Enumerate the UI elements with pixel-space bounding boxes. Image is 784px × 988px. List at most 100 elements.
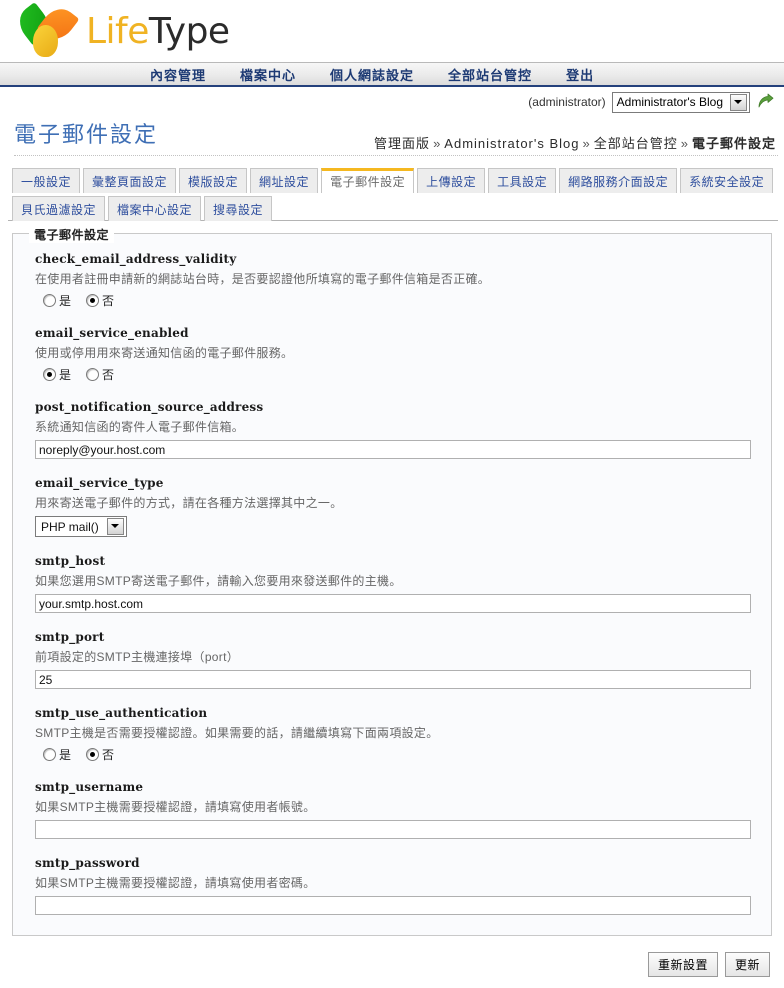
field-check-email-address-validity: check_email_address_validity 在使用者註冊申請新的網… bbox=[35, 252, 751, 309]
tab-upload-settings[interactable]: 上傳設定 bbox=[417, 168, 486, 193]
chevron-down-icon bbox=[730, 93, 747, 111]
radio-label: 是 bbox=[59, 748, 72, 762]
user-bar: (administrator) Administrator's Blog bbox=[0, 87, 784, 117]
radio-label: 是 bbox=[59, 294, 72, 308]
field-smtp-host: smtp_host 如果您選用SMTP寄送電子郵件，請輸入您要用來發送郵件的主機… bbox=[35, 554, 751, 613]
smtp-port-input[interactable] bbox=[35, 670, 751, 689]
tab-template-settings[interactable]: 模版設定 bbox=[179, 168, 248, 193]
brand-wordmark: LifeType bbox=[86, 11, 230, 52]
site-logo: LifeType bbox=[12, 1, 230, 58]
field-label: post_notification_source_address bbox=[35, 400, 264, 414]
email-settings-panel: 電子郵件設定 check_email_address_validity 在使用者… bbox=[12, 226, 772, 936]
field-description: 如果您選用SMTP寄送電子郵件，請輸入您要用來發送郵件的主機。 bbox=[35, 574, 402, 588]
nav-item-content-management[interactable]: 內容管理 bbox=[150, 65, 206, 84]
field-label: smtp_username bbox=[35, 780, 144, 794]
field-smtp-username: smtp_username 如果SMTP主機需要授權認證，請填寫使用者帳號。 bbox=[35, 780, 751, 839]
settings-tabs: 一般設定 彙整頁面設定 模版設定 網址設定 電子郵件設定 上傳設定 工具設定 網… bbox=[8, 164, 778, 221]
field-description: 用來寄送電子郵件的方式，請在各種方法選擇其中之一。 bbox=[35, 496, 343, 510]
nav-item-file-center[interactable]: 檔案中心 bbox=[240, 65, 296, 84]
blog-selector-value: Administrator's Blog bbox=[616, 94, 723, 109]
reset-button[interactable]: 重新設置 bbox=[647, 952, 718, 977]
field-smtp-password: smtp_password 如果SMTP主機需要授權認證，請填寫使用者密碼。 bbox=[35, 856, 751, 915]
tab-email-settings[interactable]: 電子郵件設定 bbox=[321, 168, 415, 193]
breadcrumb-separator-1: » bbox=[433, 136, 442, 151]
main-navigation: 內容管理 檔案中心 個人網誌設定 全部站台管控 登出 bbox=[0, 62, 784, 87]
radio-option-no[interactable]: 否 bbox=[86, 746, 114, 763]
radio-option-yes[interactable]: 是 bbox=[43, 366, 71, 383]
field-email-service-type: email_service_type 用來寄送電子郵件的方式，請在各種方法選擇其… bbox=[35, 476, 751, 537]
field-post-notification-source-address: post_notification_source_address 系統通知信函的… bbox=[35, 400, 751, 459]
tab-bayesian-settings[interactable]: 貝氏過濾設定 bbox=[12, 196, 106, 221]
field-description: 在使用者註冊申請新的網誌站台時，是否要認證他所填寫的電子郵件信箱是否正確。 bbox=[35, 272, 491, 286]
current-user-label: (administrator) bbox=[528, 95, 606, 109]
radio-group: 是 否 bbox=[35, 746, 751, 763]
breadcrumb: 管理面版» Administrator's Blog» 全部站台管控» 電子郵件設定 bbox=[374, 133, 776, 152]
radio-icon bbox=[86, 368, 100, 381]
leaf-yellow-icon bbox=[32, 24, 59, 58]
field-description: 如果SMTP主機需要授權認證，請填寫使用者帳號。 bbox=[35, 800, 316, 814]
select-value: PHP mail() bbox=[41, 519, 99, 534]
radio-option-yes[interactable]: 是 bbox=[43, 292, 71, 309]
field-label: smtp_port bbox=[35, 630, 105, 644]
tab-security-settings[interactable]: 系統安全設定 bbox=[680, 168, 774, 193]
panel-legend: 電子郵件設定 bbox=[29, 226, 115, 243]
email-service-type-select[interactable]: PHP mail() bbox=[35, 516, 127, 537]
brand-name-type: Type bbox=[148, 10, 230, 52]
green-go-arrow-icon[interactable] bbox=[756, 93, 774, 111]
field-label: smtp_host bbox=[35, 554, 106, 568]
tab-webservice-settings[interactable]: 網路服務介面設定 bbox=[559, 168, 678, 193]
breadcrumb-item-blog[interactable]: Administrator's Blog bbox=[444, 136, 579, 151]
page-root: LifeType 內容管理 檔案中心 個人網誌設定 全部站台管控 登出 (adm… bbox=[0, 0, 784, 988]
post-notification-source-address-input[interactable] bbox=[35, 440, 751, 459]
field-label: smtp_password bbox=[35, 856, 140, 870]
tab-general-settings[interactable]: 一般設定 bbox=[12, 168, 81, 193]
radio-icon bbox=[43, 748, 56, 761]
blog-selector[interactable]: Administrator's Blog bbox=[611, 91, 750, 113]
radio-label: 否 bbox=[102, 368, 115, 382]
field-description: 前項設定的SMTP主機連接埠（port） bbox=[35, 650, 240, 664]
smtp-username-input[interactable] bbox=[35, 820, 751, 839]
smtp-host-input[interactable] bbox=[35, 594, 751, 613]
field-description: 如果SMTP主機需要授權認證，請填寫使用者密碼。 bbox=[35, 876, 316, 890]
radio-option-no[interactable]: 否 bbox=[86, 366, 114, 383]
three-leaf-logo-icon bbox=[12, 1, 80, 58]
field-label: email_service_type bbox=[35, 476, 164, 490]
field-label: check_email_address_validity bbox=[35, 252, 237, 266]
radio-option-yes[interactable]: 是 bbox=[43, 746, 71, 763]
field-email-service-enabled: email_service_enabled 使用或停用用來寄送通知信函的電子郵件… bbox=[35, 326, 751, 383]
field-description: SMTP主機是否需要授權認證。如果需要的話，請繼續填寫下面兩項設定。 bbox=[35, 726, 439, 740]
breadcrumb-item-admin-panel[interactable]: 管理面版 bbox=[374, 136, 430, 151]
field-smtp-use-authentication: smtp_use_authentication SMTP主機是否需要授權認證。如… bbox=[35, 706, 751, 763]
radio-label: 否 bbox=[102, 294, 115, 308]
field-description: 使用或停用用來寄送通知信函的電子郵件服務。 bbox=[35, 346, 294, 360]
tab-url-settings[interactable]: 網址設定 bbox=[250, 168, 319, 193]
radio-label: 是 bbox=[59, 368, 72, 382]
field-description: 系統通知信函的寄件人電子郵件信箱。 bbox=[35, 420, 245, 434]
tab-resource-settings[interactable]: 檔案中心設定 bbox=[108, 196, 202, 221]
breadcrumb-item-current: 電子郵件設定 bbox=[691, 136, 776, 151]
radio-icon bbox=[43, 294, 56, 307]
radio-icon bbox=[43, 368, 56, 381]
radio-option-no[interactable]: 否 bbox=[86, 292, 114, 309]
smtp-password-input[interactable] bbox=[35, 896, 751, 915]
field-label: smtp_use_authentication bbox=[35, 706, 208, 720]
brand-name-life: Life bbox=[86, 10, 149, 52]
tab-search-settings[interactable]: 搜尋設定 bbox=[204, 196, 273, 221]
breadcrumb-separator-3: » bbox=[680, 136, 689, 151]
field-smtp-port: smtp_port 前項設定的SMTP主機連接埠（port） bbox=[35, 630, 751, 689]
page-title: 電子郵件設定 bbox=[14, 122, 159, 147]
nav-item-site-admin[interactable]: 全部站台管控 bbox=[448, 65, 532, 84]
nav-item-logout[interactable]: 登出 bbox=[566, 65, 594, 84]
field-label: email_service_enabled bbox=[35, 326, 189, 340]
update-button[interactable]: 更新 bbox=[724, 952, 770, 977]
tab-archive-settings[interactable]: 彙整頁面設定 bbox=[83, 168, 177, 193]
radio-icon bbox=[86, 748, 100, 761]
nav-item-blog-settings[interactable]: 個人網誌設定 bbox=[330, 65, 414, 84]
radio-group: 是 否 bbox=[35, 366, 751, 383]
form-actions: 重新設置 更新 bbox=[0, 952, 770, 977]
radio-label: 否 bbox=[102, 748, 115, 762]
breadcrumb-item-site-admin[interactable]: 全部站台管控 bbox=[594, 136, 678, 151]
title-row: 電子郵件設定 管理面版» Administrator's Blog» 全部站台管控»… bbox=[14, 117, 778, 156]
tab-tool-settings[interactable]: 工具設定 bbox=[488, 168, 557, 193]
radio-icon bbox=[86, 294, 100, 307]
